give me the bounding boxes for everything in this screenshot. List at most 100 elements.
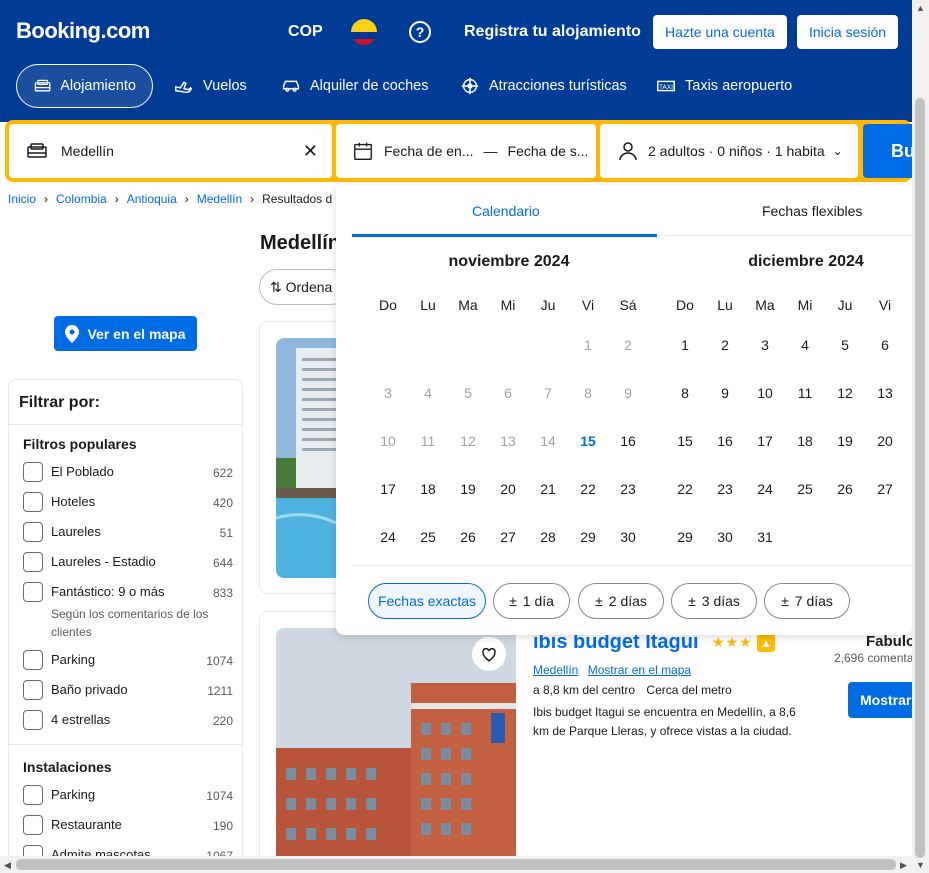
guests-summary[interactable]: 2 adultos · 0 niños · 1 habita: [648, 143, 825, 159]
filter-facility-parking[interactable]: Parking 1074: [23, 785, 233, 805]
scroll-down-arrow-icon[interactable]: ▼: [916, 860, 925, 870]
filter-fantastico[interactable]: Fantástico: 9 o más 833: [23, 582, 233, 602]
calendar-day[interactable]: 22: [665, 481, 705, 497]
calendar-day[interactable]: 6: [865, 337, 905, 353]
calendar-day[interactable]: 23: [705, 481, 745, 497]
breadcrumb-medellin[interactable]: Medellín: [197, 192, 242, 206]
checkbox[interactable]: [23, 650, 43, 670]
heart-icon[interactable]: [472, 637, 506, 671]
calendar-day[interactable]: 24: [745, 481, 785, 497]
calendar-day[interactable]: 30: [705, 529, 745, 545]
checkin-input[interactable]: Fecha de en...: [384, 143, 474, 159]
calendar-day[interactable]: 29: [568, 529, 608, 545]
colombia-flag-icon[interactable]: [351, 19, 377, 45]
checkbox[interactable]: [23, 582, 43, 602]
calendar-day[interactable]: 9: [705, 385, 745, 401]
nav-flights[interactable]: Vuelos: [157, 64, 263, 108]
calendar-day[interactable]: 18: [408, 481, 448, 497]
calendar-day[interactable]: 4: [785, 337, 825, 353]
nav-attractions[interactable]: Atracciones turísticas: [443, 64, 643, 108]
guests-field[interactable]: 2 adultos · 0 niños · 1 habita ⌄: [600, 124, 858, 178]
calendar-day[interactable]: 24: [368, 529, 408, 545]
calendar-day[interactable]: 11: [785, 385, 825, 401]
destination-input[interactable]: Medellín: [61, 143, 114, 159]
tab-flexible-dates[interactable]: Fechas flexibles: [762, 203, 862, 219]
scroll-up-arrow-icon[interactable]: ▲: [916, 3, 925, 13]
currency-selector[interactable]: COP: [288, 23, 323, 41]
calendar-day[interactable]: 15: [568, 433, 608, 449]
scroll-left-arrow-icon[interactable]: ◀: [4, 860, 11, 871]
breadcrumb-home[interactable]: Inicio: [8, 192, 36, 206]
chip-exact-dates[interactable]: Fechas exactas: [368, 583, 486, 619]
calendar-day[interactable]: 30: [608, 529, 648, 545]
show-prices-button[interactable]: Mostrar: [848, 682, 912, 718]
calendar-day[interactable]: 25: [408, 529, 448, 545]
filter-restaurant[interactable]: Restaurante 190: [23, 815, 233, 835]
calendar-day[interactable]: 29: [665, 529, 705, 545]
calendar-day[interactable]: 20: [488, 481, 528, 497]
view-map-button[interactable]: Ver en el mapa: [54, 316, 197, 351]
date-field[interactable]: Fecha de en... — Fecha de s...: [336, 124, 596, 178]
calendar-day[interactable]: 2: [705, 337, 745, 353]
sign-in-button[interactable]: Inicia sesión: [797, 15, 899, 49]
calendar-day[interactable]: 1: [665, 337, 705, 353]
nav-car-rental[interactable]: Alquiler de coches: [264, 64, 445, 108]
destination-field[interactable]: Medellín ✕: [9, 124, 332, 178]
calendar-day[interactable]: 27: [488, 529, 528, 545]
breadcrumb-antioquia[interactable]: Antioquia: [127, 192, 177, 206]
calendar-day[interactable]: 27: [865, 481, 905, 497]
checkbox[interactable]: [23, 522, 43, 542]
nav-stays[interactable]: Alojamiento: [16, 64, 153, 108]
calendar-day[interactable]: 20: [865, 433, 905, 449]
checkbox[interactable]: [23, 710, 43, 730]
calendar-day[interactable]: 19: [825, 433, 865, 449]
filter-parking[interactable]: Parking 1074: [23, 650, 233, 670]
booking-logo[interactable]: Booking.com: [16, 18, 150, 44]
calendar-day[interactable]: 17: [745, 433, 785, 449]
calendar-day[interactable]: 5: [825, 337, 865, 353]
location-link[interactable]: Medellín: [533, 663, 578, 677]
checkbox[interactable]: [23, 492, 43, 512]
calendar-day[interactable]: 26: [448, 529, 488, 545]
filter-hoteles[interactable]: Hoteles 420: [23, 492, 233, 512]
checkbox[interactable]: [23, 680, 43, 700]
checkout-input[interactable]: Fecha de s...: [508, 143, 589, 159]
vertical-scrollbar-thumb[interactable]: [915, 98, 925, 858]
calendar-day[interactable]: 19: [448, 481, 488, 497]
calendar-day[interactable]: 17: [368, 481, 408, 497]
chip-2-days[interactable]: ±2 días: [578, 583, 664, 619]
help-icon[interactable]: ?: [409, 21, 431, 43]
chip-7-days[interactable]: ±7 días: [764, 583, 850, 619]
breadcrumb-colombia[interactable]: Colombia: [56, 192, 107, 206]
calendar-day[interactable]: 26: [825, 481, 865, 497]
calendar-day[interactable]: 13: [865, 385, 905, 401]
calendar-day[interactable]: 16: [608, 433, 648, 449]
tab-calendar[interactable]: Calendario: [472, 203, 540, 219]
chip-1-day[interactable]: ±1 día: [493, 583, 570, 619]
create-account-button[interactable]: Hazte una cuenta: [653, 15, 787, 49]
checkbox[interactable]: [23, 462, 43, 482]
calendar-day[interactable]: 18: [785, 433, 825, 449]
calendar-day[interactable]: 16: [705, 433, 745, 449]
checkbox[interactable]: [23, 552, 43, 572]
calendar-day[interactable]: 28: [528, 529, 568, 545]
calendar-day[interactable]: 8: [665, 385, 705, 401]
checkbox[interactable]: [23, 785, 43, 805]
horizontal-scrollbar-thumb[interactable]: [16, 859, 896, 870]
calendar-day[interactable]: 21: [528, 481, 568, 497]
filter-el-poblado[interactable]: El Poblado 622: [23, 462, 233, 482]
filter-laureles[interactable]: Laureles 51: [23, 522, 233, 542]
chip-3-days[interactable]: ±3 días: [671, 583, 757, 619]
calendar-day[interactable]: 23: [608, 481, 648, 497]
calendar-day[interactable]: 31: [745, 529, 785, 545]
show-map-link[interactable]: Mostrar en el mapa: [588, 663, 691, 677]
checkbox[interactable]: [23, 815, 43, 835]
nav-airport-taxis[interactable]: TAXI Taxis aeropuerto: [639, 64, 808, 108]
clear-icon[interactable]: ✕: [303, 141, 318, 162]
filter-4-stars[interactable]: 4 estrellas 220: [23, 710, 233, 730]
filter-laureles-estadio[interactable]: Laureles - Estadio 644: [23, 552, 233, 572]
calendar-day[interactable]: 25: [785, 481, 825, 497]
filter-private-bathroom[interactable]: Baño privado 1211: [23, 680, 233, 700]
calendar-day[interactable]: 12: [825, 385, 865, 401]
scroll-right-arrow-icon[interactable]: ▶: [900, 860, 907, 871]
